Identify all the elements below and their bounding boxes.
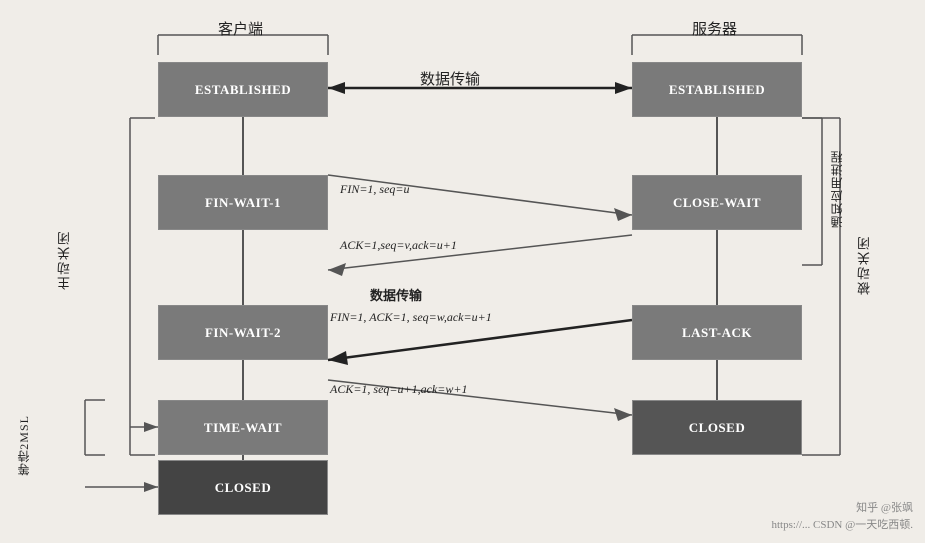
server-closewait-box: CLOSE-WAIT <box>632 175 802 230</box>
client-header-label: 客户端 <box>218 18 263 39</box>
active-close-label: 主动关闭 <box>55 230 74 290</box>
arrow-label-ack2: ACK=1, seq=u+1,ack=w+1 <box>330 382 467 397</box>
arrow-label-ack1: ACK=1,seq=v,ack=u+1 <box>340 238 457 253</box>
diagram-container: 客户端 服务器 数据传输 FIN=1, seq=u ACK=1,seq=v,ac… <box>0 0 925 543</box>
server-header-label: 服务器 <box>692 18 737 39</box>
wait-2msl-label: 等待2MSL <box>15 415 32 476</box>
server-lastack-box: LAST-ACK <box>632 305 802 360</box>
client-closed-box: CLOSED <box>158 460 328 515</box>
client-established-box: ESTABLISHED <box>158 62 328 117</box>
data-transfer-top-label: 数据传输 <box>420 68 480 89</box>
arrow-label-fin-ack: FIN=1, ACK=1, seq=w,ack=u+1 <box>330 310 492 325</box>
client-timewait-box: TIME-WAIT <box>158 400 328 455</box>
data-transfer-mid-label: 数据传输 <box>370 285 422 304</box>
server-established-box: ESTABLISHED <box>632 62 802 117</box>
client-finwait2-box: FIN-WAIT-2 <box>158 305 328 360</box>
client-finwait1-box: FIN-WAIT-1 <box>158 175 328 230</box>
arrow-label-fin1: FIN=1, seq=u <box>340 182 410 197</box>
notify-label: 通知应用进程 <box>828 150 845 228</box>
watermark: 知乎 @张飒 https://... CSDN @一天吃西顿. <box>771 500 913 535</box>
passive-close-label: 被动关闭 <box>855 235 874 295</box>
server-closed-box: CLOSED <box>632 400 802 455</box>
